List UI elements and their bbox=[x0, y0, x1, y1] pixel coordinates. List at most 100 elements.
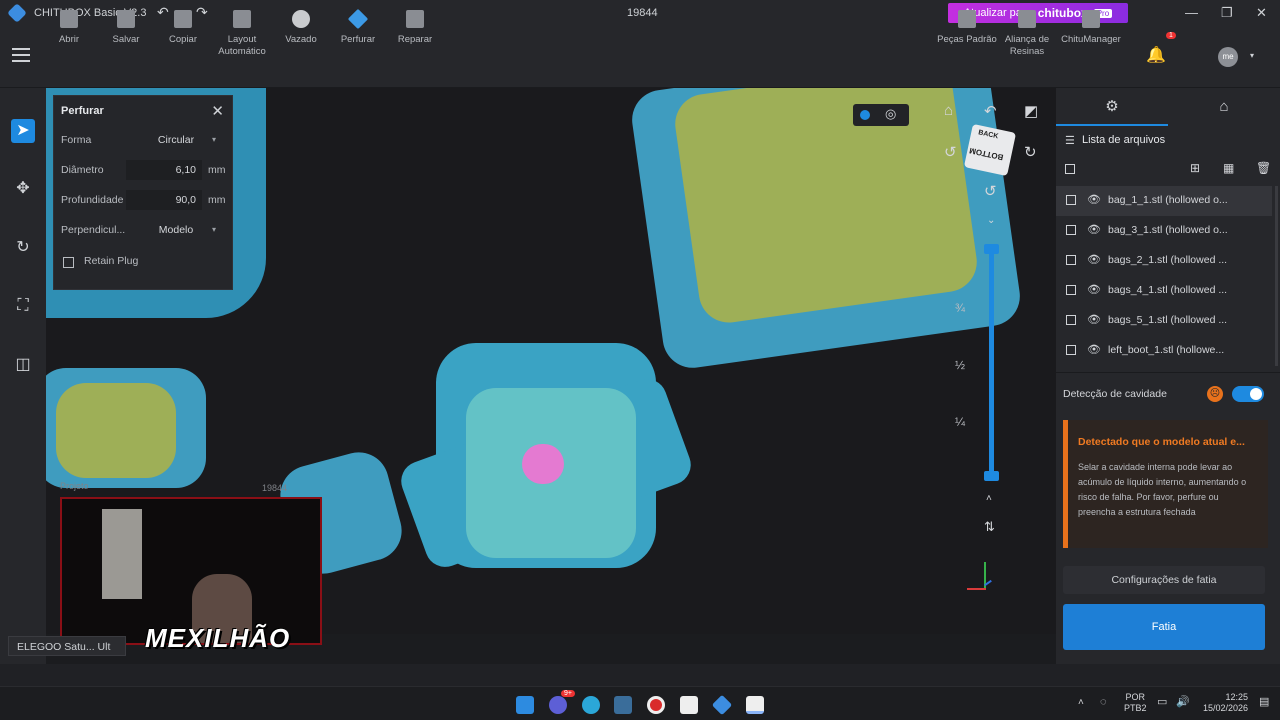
rotate-ccw-icon[interactable]: ↺ bbox=[944, 143, 957, 161]
mirror-tool-icon[interactable]: ◫ bbox=[11, 353, 35, 377]
save-tool-button[interactable]: Salvar bbox=[96, 10, 156, 46]
tab-files[interactable]: ⚙ bbox=[1056, 88, 1168, 126]
standard-parts-button[interactable]: Peças Padrão bbox=[936, 10, 998, 46]
model-part[interactable] bbox=[56, 383, 176, 478]
add-file-icon[interactable]: ⊞ bbox=[1190, 161, 1200, 175]
select-tool-icon[interactable]: ➤ bbox=[11, 119, 35, 143]
edge-icon[interactable] bbox=[582, 696, 600, 714]
discord-icon[interactable] bbox=[549, 696, 567, 714]
move-tool-icon[interactable]: ✥ bbox=[11, 177, 35, 201]
chevron-up-icon[interactable]: ⌄ bbox=[987, 215, 995, 226]
network-icon[interactable]: ◌ bbox=[1100, 697, 1107, 708]
layer-slider-top-handle[interactable] bbox=[984, 244, 999, 254]
hamburger-menu-icon[interactable] bbox=[12, 48, 30, 62]
eye-icon[interactable]: 👁 bbox=[1087, 253, 1101, 266]
chevron-down-icon[interactable]: ▾ bbox=[1250, 51, 1254, 60]
list-item[interactable]: 👁 bag_1_1.stl (hollowed o... bbox=[1056, 186, 1272, 216]
layer-range-icon[interactable]: ⇅ bbox=[984, 519, 995, 535]
rotate-tool-icon[interactable]: ↻ bbox=[11, 236, 35, 260]
platform-icon: ⌂ bbox=[1219, 98, 1229, 115]
open-label: Abrir bbox=[58, 34, 80, 45]
repair-tool-button[interactable]: Reparar bbox=[385, 10, 445, 46]
file-task-icon[interactable] bbox=[746, 696, 764, 714]
eye-icon[interactable]: 👁 bbox=[1087, 223, 1101, 236]
close-icon[interactable]: ✕ bbox=[211, 102, 224, 120]
printer-selector[interactable]: ELEGOO Satu... Ult bbox=[8, 636, 126, 656]
clock-date: 15/02/2026 bbox=[1202, 703, 1248, 713]
display-icon[interactable]: ▭ bbox=[1157, 697, 1167, 708]
shape-label: Forma bbox=[61, 134, 92, 146]
file-list-scrollbar[interactable] bbox=[1275, 186, 1278, 366]
close-window-icon[interactable]: ✕ bbox=[1256, 5, 1267, 21]
xray-view-icon[interactable]: ◎ bbox=[885, 106, 896, 122]
windows-start-icon[interactable] bbox=[516, 696, 534, 714]
file-checkbox[interactable] bbox=[1066, 195, 1076, 205]
rma-icon bbox=[1018, 10, 1036, 28]
eye-icon[interactable]: 👁 bbox=[1087, 193, 1101, 206]
cube-view-icon[interactable]: ◩ bbox=[1024, 102, 1038, 120]
app-logo-icon bbox=[7, 3, 27, 23]
layer-slider-bottom-handle[interactable] bbox=[984, 471, 999, 481]
rotate-cw-icon[interactable]: ↻ bbox=[1024, 143, 1037, 161]
open-tool-button[interactable]: Abrir bbox=[39, 10, 99, 46]
cavity-detection-toggle[interactable] bbox=[1232, 386, 1264, 402]
hollow-tool-button[interactable]: Vazado bbox=[271, 10, 331, 46]
copy-tool-button[interactable]: Copiar bbox=[153, 10, 213, 46]
minimize-icon[interactable]: — bbox=[1185, 5, 1198, 20]
layout-file-icon[interactable]: ▦ bbox=[1223, 161, 1234, 175]
cube-top-label: BACK bbox=[977, 129, 999, 141]
auto-layout-tool-button[interactable]: Layout Automático bbox=[212, 10, 272, 58]
slice-button[interactable]: Fatia bbox=[1063, 604, 1265, 650]
rotate-down-icon[interactable]: ↺ bbox=[984, 182, 997, 200]
eye-icon[interactable]: 👁 bbox=[1087, 283, 1101, 296]
webcam-logo: MEXILHÃO bbox=[145, 623, 291, 653]
volume-icon[interactable]: 🔊 bbox=[1176, 697, 1190, 708]
chitubox-task-icon[interactable] bbox=[711, 694, 733, 716]
orientation-cube[interactable]: BACK BOTTOM bbox=[963, 123, 1017, 177]
layer-slider-track[interactable] bbox=[989, 249, 994, 475]
home-view-icon[interactable]: ⌂ bbox=[944, 102, 953, 119]
solid-view-icon[interactable] bbox=[860, 110, 870, 120]
tray-chevron-icon[interactable]: ˄ bbox=[1078, 697, 1084, 708]
document-title: 19844 bbox=[627, 7, 658, 19]
language-indicator[interactable]: POR PTB2 bbox=[1124, 692, 1147, 714]
punch-tool-button[interactable]: Perfurar bbox=[328, 8, 388, 46]
diameter-input[interactable]: 6,10 bbox=[126, 160, 202, 180]
chitumanager-button[interactable]: ChituManager bbox=[1058, 10, 1124, 46]
file-checkbox[interactable] bbox=[1066, 345, 1076, 355]
maximize-icon[interactable]: ❐ bbox=[1221, 5, 1233, 21]
file-checkbox[interactable] bbox=[1066, 225, 1076, 235]
avatar[interactable]: me bbox=[1218, 47, 1238, 67]
eye-icon[interactable]: 👁 bbox=[1087, 343, 1101, 356]
file-checkbox[interactable] bbox=[1066, 255, 1076, 265]
list-item[interactable]: 👁 bags_5_1.stl (hollowed ... bbox=[1056, 306, 1272, 336]
obs-record-icon[interactable] bbox=[647, 696, 665, 714]
ndi-icon[interactable] bbox=[680, 696, 698, 714]
list-item[interactable]: 👁 bags_4_1.stl (hollowed ... bbox=[1056, 276, 1272, 306]
model-part[interactable] bbox=[671, 88, 981, 327]
list-item[interactable]: 👁 bag_3_1.stl (hollowed o... bbox=[1056, 216, 1272, 246]
rotate-left-icon[interactable]: ↶ bbox=[984, 102, 997, 120]
chevron-up-small-icon[interactable]: ˄ bbox=[986, 493, 992, 504]
tab-platform[interactable]: ⌂ bbox=[1168, 88, 1280, 126]
perpendicular-select[interactable]: Modelo bbox=[126, 220, 226, 240]
perpendicular-label: Perpendicul... bbox=[61, 224, 126, 236]
select-all-checkbox[interactable] bbox=[1065, 164, 1075, 174]
list-item[interactable]: 👁 bags_2_1.stl (hollowed ... bbox=[1056, 246, 1272, 276]
resin-alliance-button[interactable]: Aliança de Resinas bbox=[997, 10, 1057, 58]
trash-icon[interactable]: 🗑 bbox=[1256, 161, 1271, 175]
cavity-detection-label: Detecção de cavidade bbox=[1063, 388, 1167, 400]
file-checkbox[interactable] bbox=[1066, 285, 1076, 295]
eye-icon[interactable]: 👁 bbox=[1087, 313, 1101, 326]
clock[interactable]: 12:25 15/02/2026 bbox=[1198, 692, 1248, 714]
list-item[interactable]: 👁 left_boot_1.stl (hollowe... bbox=[1056, 336, 1272, 366]
depth-input[interactable]: 90,0 bbox=[126, 190, 202, 210]
file-checkbox[interactable] bbox=[1066, 315, 1076, 325]
notifications-icon[interactable]: ▤ bbox=[1259, 697, 1269, 708]
shape-select[interactable]: Circular bbox=[126, 130, 226, 150]
bell-icon[interactable]: 🔔 bbox=[1146, 45, 1166, 65]
retain-plug-checkbox[interactable] bbox=[63, 257, 74, 268]
steam-icon[interactable] bbox=[614, 696, 632, 714]
scale-tool-icon[interactable]: ⛶ bbox=[11, 294, 35, 318]
slice-settings-button[interactable]: Configurações de fatia bbox=[1063, 566, 1265, 594]
